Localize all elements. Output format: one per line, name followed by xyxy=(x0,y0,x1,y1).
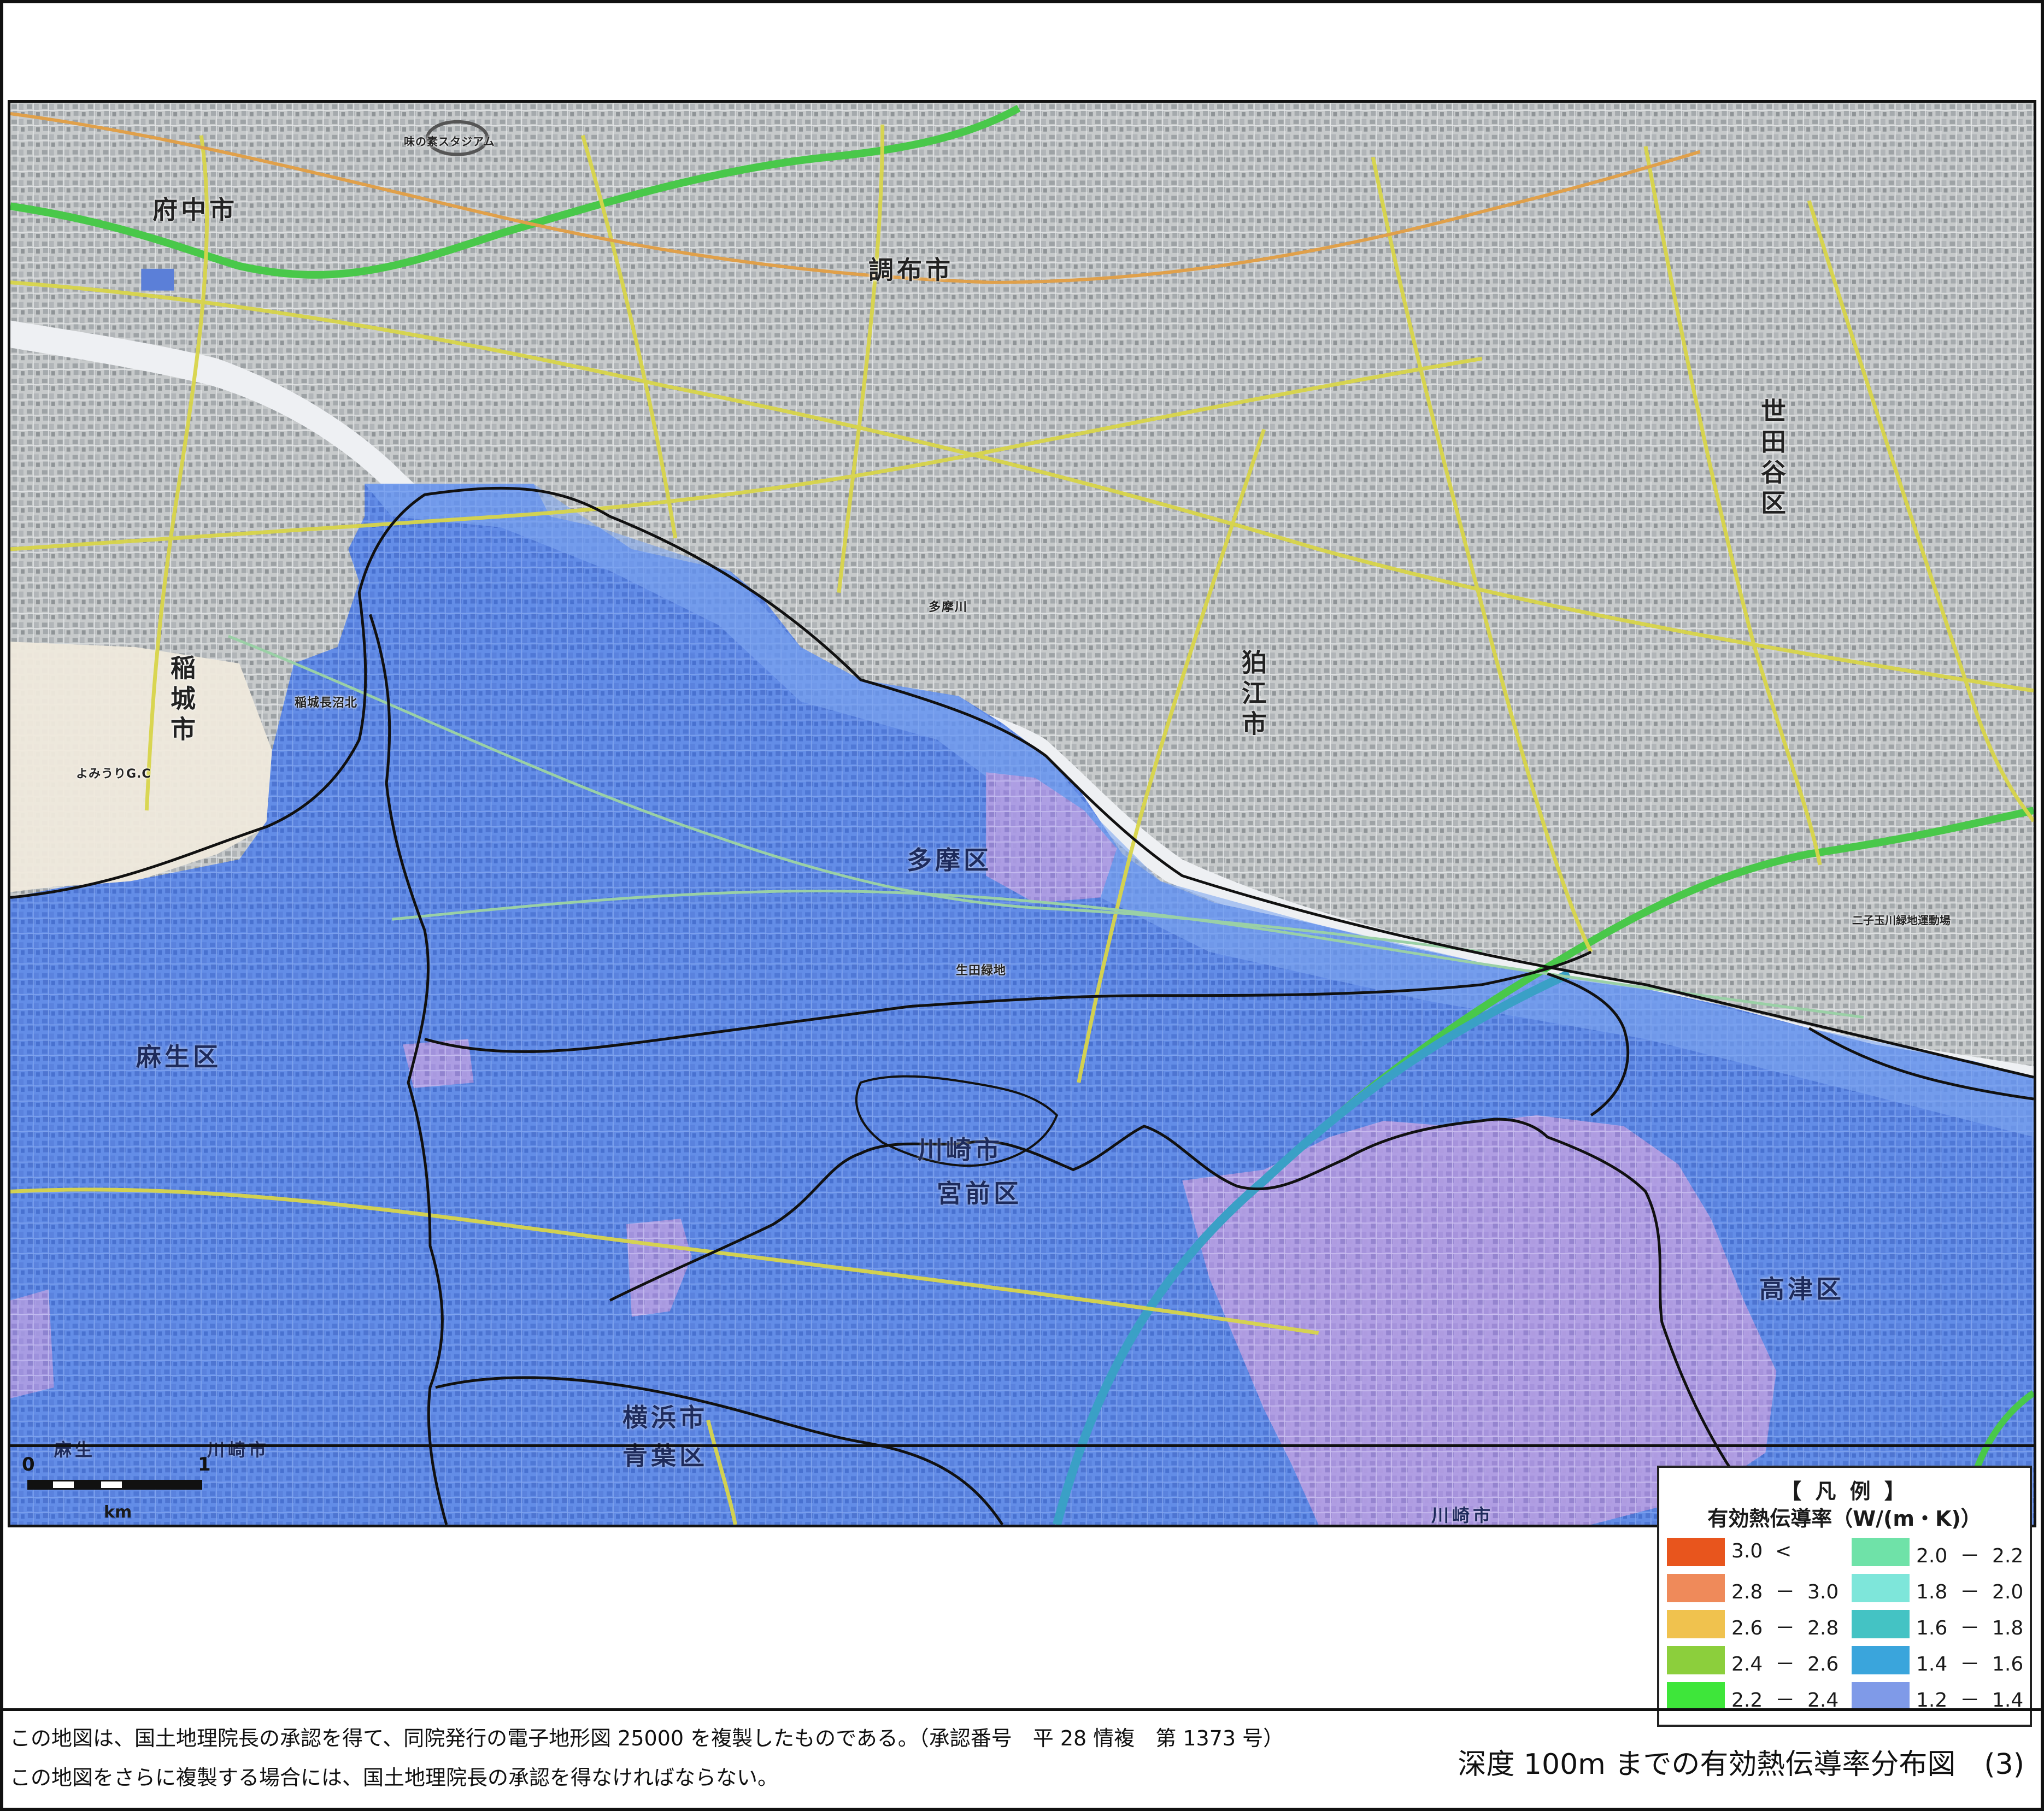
footer-divider xyxy=(3,1708,2041,1711)
legend-item: 2.8 － 3.0 xyxy=(1667,1574,1847,1603)
legend-label: 1.6 － 1.8 xyxy=(1916,1617,2024,1639)
legend-label: 1.4 － 1.6 xyxy=(1916,1653,2024,1675)
legend-box: 【 凡 例 】 有効熱伝導率（W/(m・K)） 3.0 < 2.8 － 3.0 2.… xyxy=(1657,1466,2032,1727)
inner-frame-line xyxy=(8,1444,2036,1447)
legend-swatch xyxy=(1667,1646,1725,1674)
map-title: 深度 100m までの有効熱伝導率分布図 (3) xyxy=(1458,1748,2024,1781)
legend-item: 1.4 － 1.6 xyxy=(1852,1646,2032,1675)
legend-title: 【 凡 例 】 xyxy=(1781,1479,1908,1503)
legend-label: 2.8 － 3.0 xyxy=(1731,1581,1839,1603)
scale-bar: 0 1 km xyxy=(22,1454,251,1522)
label-stadium: 味の素スタジアム xyxy=(404,135,495,148)
label-golf: よみうりG.C xyxy=(76,767,151,781)
footer-note-line2: この地図をさらに複製する場合には、国土地理院長の承認を得なければならない。 xyxy=(10,1766,779,1790)
map-canvas xyxy=(10,103,2034,1525)
legend-swatch xyxy=(1852,1538,1910,1566)
legend-swatch xyxy=(1667,1610,1725,1638)
scale-segment-2 xyxy=(51,1480,75,1490)
scale-segment-3 xyxy=(75,1480,99,1490)
legend-swatch xyxy=(1852,1646,1910,1674)
legend-item: 1.8 － 2.0 xyxy=(1852,1574,2032,1603)
legend-label: 2.6 － 2.8 xyxy=(1731,1617,1839,1639)
legend-swatch xyxy=(1852,1682,1910,1710)
label-asao: 麻生区 xyxy=(136,1042,221,1072)
label-futako-park: 二子玉川緑地運動場 xyxy=(1852,914,1951,927)
label-kawasaki-bottom-right: 川崎市 xyxy=(1431,1505,1494,1526)
label-takatsu: 高津区 xyxy=(1759,1274,1845,1304)
legend-swatch xyxy=(1852,1574,1910,1602)
label-yokohama-city: 横浜市 xyxy=(622,1403,708,1432)
label-ikuta-ryokuchi: 生田緑地 xyxy=(956,964,1007,978)
legend-label: 2.0 － 2.2 xyxy=(1916,1545,2024,1567)
label-tama-river: 多摩川 xyxy=(929,601,968,614)
legend-item: 1.2 － 1.4 xyxy=(1852,1682,2032,1712)
legend-subtitle: 有効熱伝導率（W/(m・K)） xyxy=(1707,1507,1982,1531)
scale-unit-label: km xyxy=(104,1503,132,1522)
legend-swatch xyxy=(1667,1574,1725,1602)
legend-item: 3.0 < xyxy=(1667,1538,1847,1566)
label-chofu: 調布市 xyxy=(868,255,954,285)
map-viewport[interactable]: 府中市 調布市 世田谷区 狛江市 稲城市 多摩区 麻生区 川崎市 宮前区 高津区… xyxy=(8,100,2036,1527)
label-miyamae: 宮前区 xyxy=(937,1179,1022,1208)
legend-item: 2.2 － 2.4 xyxy=(1667,1682,1847,1712)
legend-label: 2.4 － 2.6 xyxy=(1731,1653,1839,1675)
legend-swatch xyxy=(1852,1610,1910,1638)
label-fuchu: 府中市 xyxy=(152,195,238,225)
legend-item: 2.0 － 2.2 xyxy=(1852,1538,2032,1567)
label-komae: 狛江市 xyxy=(1238,649,1267,741)
label-kawasaki-city: 川崎市 xyxy=(918,1135,1003,1165)
footer-note-line1: この地図は、国土地理院長の承認を得て、同院発行の電子地形図 25000 を複製し… xyxy=(10,1726,1284,1750)
legend-swatch xyxy=(1667,1538,1725,1566)
legend-label: 1.8 － 2.0 xyxy=(1916,1581,2024,1603)
label-tama: 多摩区 xyxy=(907,845,992,875)
scale-end-label: 1 xyxy=(198,1454,211,1475)
label-inagi-park: 稲城長沼北 xyxy=(295,696,358,710)
legend-item: 2.6 － 2.8 xyxy=(1667,1610,1847,1639)
scale-segment-4 xyxy=(99,1480,124,1490)
legend-label: 3.0 < xyxy=(1731,1540,1792,1562)
legend-item: 1.6 － 1.8 xyxy=(1852,1610,2032,1639)
overlay-pink-small3 xyxy=(10,1289,54,1398)
label-aoba: 青葉区 xyxy=(622,1441,708,1471)
scale-start-label: 0 xyxy=(22,1454,35,1475)
legend-item: 2.4 － 2.6 xyxy=(1667,1646,1847,1675)
legend-swatch xyxy=(1667,1682,1725,1710)
label-setagaya: 世田谷区 xyxy=(1757,398,1787,520)
label-inagi: 稲城市 xyxy=(167,655,196,746)
scale-segment-5 xyxy=(124,1480,202,1490)
building-block xyxy=(141,268,174,291)
scale-segment-1 xyxy=(27,1480,51,1490)
